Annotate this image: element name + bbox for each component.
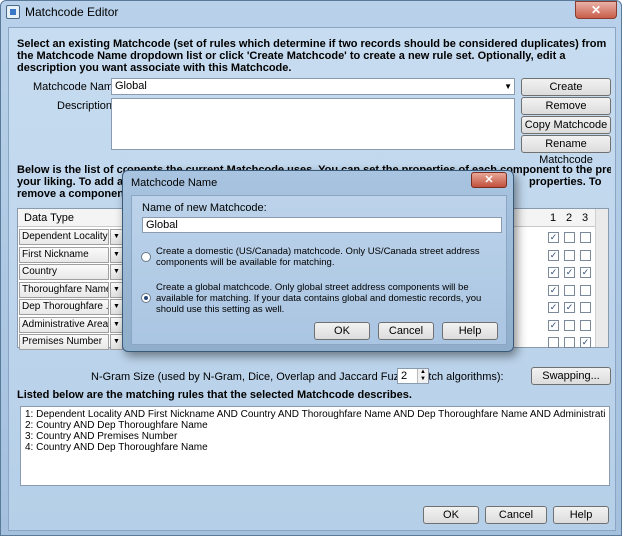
dialog-ok-button[interactable]: OK [314, 322, 370, 340]
domestic-matchcode-option-text: Create a domestic (US/Canada) matchcode.… [156, 246, 480, 268]
create-matchcode-button[interactable]: Create Matchcode [521, 78, 611, 109]
new-matchcode-name-label: Name of new Matchcode: [142, 202, 267, 214]
column-header-1: 1 [550, 212, 557, 224]
component-checkbox[interactable]: ✓ [548, 267, 559, 278]
component-checkbox[interactable]: ✓ [580, 267, 591, 278]
component-checkbox[interactable]: ✓ [548, 232, 559, 243]
data-type-cell[interactable]: Dependent Locality [19, 229, 109, 245]
component-checkbox[interactable] [564, 284, 575, 296]
component-checkbox[interactable] [580, 232, 591, 243]
ok-button[interactable]: OK [423, 506, 479, 524]
remove-matchcode-button[interactable]: Remove Matchcode [521, 97, 611, 128]
dialog-cancel-button[interactable]: Cancel [378, 322, 434, 340]
data-type-cell[interactable]: Administrative Area [19, 316, 109, 333]
app-icon [6, 5, 20, 19]
rule-line: 1: Dependent Locality AND First Nickname… [25, 409, 605, 420]
rule-line: 3: Country AND Premises Number [25, 431, 178, 442]
title-bar: Matchcode Editor ✕ [1, 1, 621, 23]
component-checkbox[interactable]: ✓ [548, 319, 559, 331]
components-text-line2-right: properties. To [529, 176, 602, 188]
global-matchcode-radio[interactable] [141, 293, 151, 303]
matchcode-name-dialog: Matchcode Name ✕ Name of new Matchcode: … [122, 170, 514, 352]
cancel-button[interactable]: Cancel [485, 506, 547, 524]
grid-vertical-scrollbar[interactable] [595, 209, 608, 347]
dialog-title: Matchcode Name [131, 177, 218, 189]
description-label: Description: [57, 100, 116, 112]
grid-row: Thoroughfare Name ▼ [19, 281, 123, 299]
data-type-column-header: Data Type [24, 212, 74, 224]
new-matchcode-name-input[interactable]: Global [142, 217, 502, 233]
component-checkbox[interactable]: ✓ [548, 302, 559, 313]
rename-matchcode-button[interactable]: Rename Matchcode [521, 135, 611, 166]
column-header-3: 3 [582, 212, 589, 224]
matchcode-name-dropdown[interactable]: Global ▼ [111, 78, 515, 95]
intro-text: Select an existing Matchcode (set of rul… [17, 38, 607, 74]
ngram-size-label: N-Gram Size (used by N-Gram, Dice, Overl… [91, 371, 504, 383]
components-text-line2-left: your liking. To add ano [17, 176, 127, 188]
new-matchcode-name-value: Global [146, 219, 178, 231]
component-checkbox[interactable]: ✓ [580, 337, 591, 348]
component-checkbox[interactable] [564, 337, 575, 348]
column-header-2: 2 [566, 212, 573, 224]
window-title: Matchcode Editor [25, 5, 119, 19]
ngram-size-value: 2 [401, 370, 408, 382]
help-button[interactable]: Help [553, 506, 609, 524]
component-checkbox[interactable] [580, 302, 591, 313]
data-type-cell[interactable]: Country [19, 264, 109, 280]
dialog-help-button[interactable]: Help [442, 322, 498, 340]
data-type-cell[interactable]: Dep Thoroughfare ... [19, 299, 109, 315]
component-checkbox[interactable] [564, 249, 575, 261]
grid-row: Dependent Locality ▼ [19, 229, 123, 246]
rule-line: 2: Country AND Dep Thoroughfare Name [25, 420, 208, 431]
component-checkbox[interactable]: ✓ [564, 267, 575, 278]
component-checkbox[interactable] [564, 319, 575, 331]
component-checkbox[interactable]: ✓ [564, 302, 575, 313]
component-checkbox[interactable] [564, 232, 575, 243]
component-checkbox[interactable]: ✓ [548, 249, 559, 261]
dialog-body: Name of new Matchcode: Global Create a d… [131, 195, 507, 345]
dialog-close-button[interactable]: ✕ [471, 172, 507, 188]
data-type-cell[interactable]: Thoroughfare Name [19, 281, 109, 298]
rules-heading: Listed below are the matching rules that… [17, 389, 412, 401]
component-checkbox[interactable] [580, 249, 591, 261]
rule-line: 4: Country AND Dep Thoroughfare Name [25, 442, 208, 453]
matching-rules-list[interactable]: 1: Dependent Locality AND First Nickname… [20, 406, 610, 486]
component-checkbox[interactable] [548, 337, 559, 348]
grid-row: Premises Number ▼ [19, 334, 123, 351]
grid-row: First Nickname ▼ [19, 246, 123, 264]
domestic-matchcode-radio[interactable] [141, 252, 151, 262]
data-type-cell[interactable]: First Nickname [19, 246, 109, 263]
spin-arrows-icon[interactable]: ▲ ▼ [417, 369, 428, 383]
matchcode-name-label: Matchcode Name: [33, 81, 123, 93]
grid-row: Administrative Area ▼ [19, 316, 123, 334]
copy-matchcode-button[interactable]: Copy Matchcode [521, 116, 611, 134]
component-checkbox[interactable]: ✓ [548, 284, 559, 296]
ngram-size-stepper[interactable]: 2 ▲ ▼ [397, 368, 429, 384]
components-text-line1-left: Below is the list of comp [17, 164, 127, 176]
components-text-line3-left: remove a component, c [17, 188, 127, 200]
matchcode-name-value: Global [115, 80, 147, 92]
component-checkbox[interactable] [580, 319, 591, 331]
chevron-down-icon: ▼ [504, 82, 512, 91]
data-type-cell[interactable]: Premises Number [19, 334, 109, 350]
description-field[interactable] [111, 98, 515, 150]
grid-row: Country ▼ [19, 264, 123, 281]
global-matchcode-option-text: Create a global matchcode. Only global s… [156, 282, 482, 315]
grid-row: Dep Thoroughfare ... ▼ [19, 299, 123, 316]
component-checkbox[interactable] [580, 284, 591, 296]
window-close-button[interactable]: ✕ [575, 1, 617, 19]
swapping-button[interactable]: Swapping... [531, 367, 611, 385]
